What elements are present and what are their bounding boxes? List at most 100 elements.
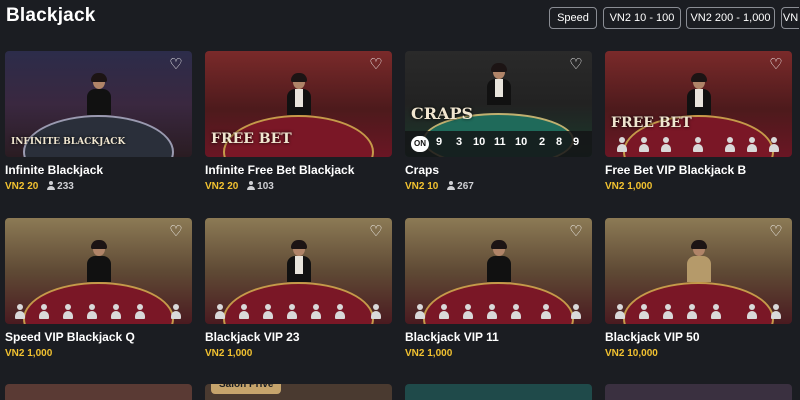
game-thumbnail[interactable]: INFINITE BLACKJACK ♡ — [5, 51, 192, 157]
game-meta: VN2 1,000 — [205, 348, 252, 360]
dealer-figure — [487, 63, 511, 105]
game-card-partial[interactable] — [5, 384, 192, 400]
empty-seat-icon[interactable] — [169, 304, 183, 320]
filter-vn-more[interactable]: VN — [781, 7, 799, 29]
game-title[interactable]: Infinite Free Bet Blackjack — [205, 163, 354, 177]
favorite-heart-icon[interactable]: ♡ — [768, 224, 784, 240]
game-card-blackjack-vip-11[interactable]: ♡ Blackjack VIP 11 VN2 1,000 — [405, 218, 592, 380]
empty-seat-icon[interactable] — [285, 304, 299, 320]
game-thumbnail[interactable]: FREE BET ♡ — [205, 51, 392, 157]
game-card-infinite-free-bet-blackjack[interactable]: FREE BET ♡ Infinite Free Bet Blackjack V… — [205, 51, 392, 213]
seat-row — [605, 137, 792, 153]
empty-seat-icon[interactable] — [61, 304, 75, 320]
game-card-blackjack-vip-50[interactable]: ♡ Blackjack VIP 50 VN2 10,000 — [605, 218, 792, 380]
dealer-figure — [87, 73, 111, 115]
salon-prive-badge: Salon Privé — [211, 384, 282, 394]
game-card-infinite-blackjack[interactable]: INFINITE BLACKJACK ♡ Infinite Blackjack … — [5, 51, 192, 213]
dice-result: 9 — [436, 136, 443, 148]
game-thumbnail[interactable]: ♡ — [5, 218, 192, 324]
empty-seat-icon[interactable] — [637, 137, 651, 153]
empty-seat-icon[interactable] — [369, 304, 383, 320]
game-title[interactable]: Blackjack VIP 50 — [605, 330, 700, 344]
dealer-figure — [687, 240, 711, 282]
game-card-blackjack-vip-23[interactable]: ♡ Blackjack VIP 23 VN2 1,000 — [205, 218, 392, 380]
game-logo: INFINITE BLACKJACK — [11, 137, 126, 147]
game-thumbnail[interactable]: ♡ — [205, 218, 392, 324]
dice-result: 8 — [556, 136, 563, 148]
filter-vn2-10-100[interactable]: VN2 10 - 100 — [603, 7, 681, 29]
favorite-heart-icon[interactable]: ♡ — [568, 57, 584, 73]
empty-seat-icon[interactable] — [237, 304, 251, 320]
empty-seat-icon[interactable] — [509, 304, 523, 320]
empty-seat-icon[interactable] — [615, 137, 629, 153]
game-thumbnail[interactable]: ♡ — [405, 218, 592, 324]
game-title[interactable]: Blackjack VIP 23 — [205, 330, 300, 344]
empty-seat-icon[interactable] — [661, 304, 675, 320]
min-bet: VN2 10 — [405, 181, 439, 192]
empty-seat-icon[interactable] — [109, 304, 123, 320]
seat-row — [405, 304, 592, 320]
dice-result: 11 — [494, 136, 506, 148]
game-title[interactable]: Blackjack VIP 11 — [405, 330, 499, 344]
game-card-craps[interactable]: CRAPS ♡ ON 9 3 10 11 10 2 8 9 Craps VN2 … — [405, 51, 592, 213]
game-title[interactable]: Speed VIP Blackjack Q — [5, 330, 135, 344]
empty-seat-icon[interactable] — [213, 304, 227, 320]
empty-seat-icon[interactable] — [437, 304, 451, 320]
game-card-speed-vip-blackjack-q[interactable]: ♡ Speed VIP Blackjack Q VN2 1,000 — [5, 218, 192, 380]
empty-seat-icon[interactable] — [461, 304, 475, 320]
empty-seat-icon[interactable] — [709, 304, 723, 320]
empty-seat-icon[interactable] — [691, 137, 705, 153]
game-meta: VN2 20 233 — [5, 181, 74, 193]
empty-seat-icon[interactable] — [261, 304, 275, 320]
game-card-partial[interactable] — [605, 384, 792, 400]
empty-seat-icon[interactable] — [413, 304, 427, 320]
game-title[interactable]: Free Bet VIP Blackjack B — [605, 163, 746, 177]
empty-seat-icon[interactable] — [309, 304, 323, 320]
game-title[interactable]: Infinite Blackjack — [5, 163, 103, 177]
empty-seat-icon[interactable] — [723, 137, 737, 153]
empty-seat-icon[interactable] — [685, 304, 699, 320]
filter-speed[interactable]: Speed — [549, 7, 597, 29]
empty-seat-icon[interactable] — [613, 304, 627, 320]
game-card-partial-salon-prive[interactable]: Salon Privé — [205, 384, 392, 400]
favorite-heart-icon[interactable]: ♡ — [168, 224, 184, 240]
game-title[interactable]: Craps — [405, 163, 439, 177]
min-bet: VN2 1,000 — [5, 348, 53, 359]
game-thumbnail[interactable]: ♡ — [605, 218, 792, 324]
empty-seat-icon[interactable] — [133, 304, 147, 320]
game-card-partial[interactable] — [405, 384, 592, 400]
favorite-heart-icon[interactable]: ♡ — [168, 57, 184, 73]
empty-seat-icon[interactable] — [13, 304, 27, 320]
dealer-figure — [87, 240, 111, 282]
empty-seat-icon[interactable] — [85, 304, 99, 320]
empty-seat-icon[interactable] — [659, 137, 673, 153]
empty-seat-icon[interactable] — [485, 304, 499, 320]
empty-seat-icon[interactable] — [767, 137, 781, 153]
empty-seat-icon[interactable] — [745, 304, 759, 320]
filter-vn2-200-1000[interactable]: VN2 200 - 1,000 — [686, 7, 775, 29]
min-bet: VN2 1,000 — [605, 181, 653, 192]
favorite-heart-icon[interactable]: ♡ — [768, 57, 784, 73]
player-count: 233 — [47, 181, 74, 192]
favorite-heart-icon[interactable]: ♡ — [568, 224, 584, 240]
dice-result: 10 — [473, 136, 486, 148]
person-icon — [47, 181, 56, 190]
player-count: 267 — [447, 181, 474, 192]
empty-seat-icon[interactable] — [637, 304, 651, 320]
empty-seat-icon[interactable] — [569, 304, 583, 320]
empty-seat-icon[interactable] — [745, 137, 759, 153]
game-thumbnail[interactable]: FREE BET ♡ — [605, 51, 792, 157]
game-card-free-bet-vip-blackjack-b[interactable]: FREE BET ♡ Free Bet VIP Blackjack B VN2 … — [605, 51, 792, 213]
empty-seat-icon[interactable] — [539, 304, 553, 320]
empty-seat-icon[interactable] — [37, 304, 51, 320]
empty-seat-icon[interactable] — [333, 304, 347, 320]
game-logo: FREE BET — [611, 115, 692, 131]
min-bet: VN2 20 — [5, 181, 39, 192]
empty-seat-icon[interactable] — [769, 304, 783, 320]
game-thumbnail[interactable]: CRAPS ♡ ON 9 3 10 11 10 2 8 9 — [405, 51, 592, 157]
min-bet: VN2 20 — [205, 181, 239, 192]
favorite-heart-icon[interactable]: ♡ — [368, 57, 384, 73]
dice-on-badge: ON — [411, 136, 429, 152]
person-icon — [247, 181, 256, 190]
favorite-heart-icon[interactable]: ♡ — [368, 224, 384, 240]
